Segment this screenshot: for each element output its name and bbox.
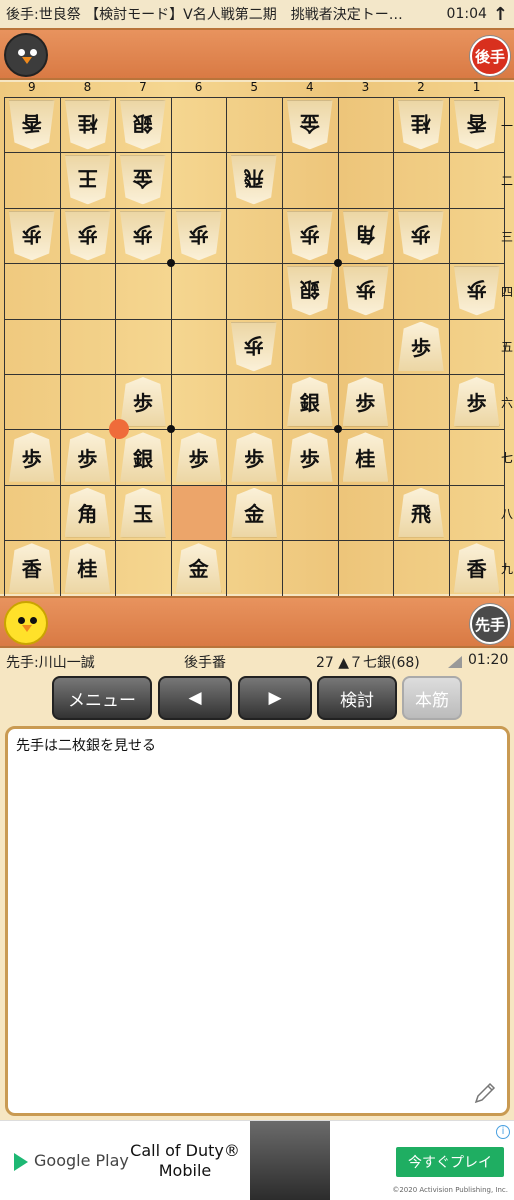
shogi-piece[interactable]: 歩: [287, 432, 333, 482]
shogi-piece[interactable]: 金: [231, 487, 277, 538]
gote-badge: 後手: [470, 36, 510, 76]
rank-label: 八: [500, 506, 513, 521]
shogi-piece[interactable]: 香: [9, 543, 55, 593]
shogi-piece[interactable]: 桂: [398, 100, 444, 149]
shogi-piece[interactable]: 歩: [453, 377, 500, 427]
rank-label: 二: [500, 174, 513, 189]
shogi-piece[interactable]: 金: [175, 543, 222, 593]
ad-info-icon[interactable]: i: [496, 1125, 510, 1139]
file-label: 1: [472, 80, 481, 94]
shogi-piece[interactable]: 歩: [120, 211, 166, 260]
file-label: 7: [139, 80, 147, 94]
shogi-piece[interactable]: 桂: [64, 543, 111, 593]
menu-button[interactable]: メニュー: [52, 676, 152, 720]
rank-label: 七: [500, 451, 513, 466]
shogi-piece[interactable]: 王: [65, 155, 111, 204]
shogi-piece[interactable]: 歩: [120, 377, 166, 427]
ad-character-image: [250, 1121, 330, 1200]
shogi-piece[interactable]: 歩: [398, 321, 444, 371]
file-label: 3: [361, 80, 370, 94]
status-bar: 後手:世良祭 【検討モード】V名人戦第二期 挑戦者決定トー… 01:04 ↑: [0, 0, 514, 28]
google-play-logo: Google Play: [14, 1151, 129, 1171]
shogi-piece[interactable]: 角: [343, 211, 389, 260]
highlight-square: [170, 484, 227, 541]
shogi-piece[interactable]: 玉: [120, 487, 166, 538]
shogi-piece[interactable]: 歩: [398, 211, 444, 260]
next-move-button[interactable]: ▶: [238, 676, 312, 720]
rank-label: 三: [500, 229, 513, 244]
mainline-button[interactable]: 本筋: [402, 676, 462, 720]
file-label: 5: [250, 80, 258, 94]
shogi-piece[interactable]: 香: [454, 100, 500, 149]
shogi-piece[interactable]: 歩: [176, 211, 222, 260]
shogi-piece[interactable]: 香: [453, 543, 500, 593]
shogi-piece[interactable]: 歩: [64, 432, 111, 482]
shogi-piece[interactable]: 銀: [120, 100, 166, 149]
shogi-piece[interactable]: 歩: [175, 432, 222, 482]
shogi-piece[interactable]: 歩: [65, 211, 111, 260]
rank-label: 九: [500, 561, 513, 576]
sente-badge: 先手: [470, 604, 510, 644]
shogi-piece[interactable]: 歩: [342, 377, 389, 427]
shogi-piece[interactable]: 飛: [231, 155, 277, 204]
expand-arrow-icon[interactable]: ↑: [493, 4, 508, 25]
turn-indicator: 後手番: [184, 655, 226, 671]
comment-text: 先手は二枚銀を見せる: [16, 738, 156, 754]
file-label: 8: [83, 80, 92, 94]
shogi-piece[interactable]: 金: [120, 155, 166, 204]
sente-clock: 01:20: [468, 652, 509, 668]
shogi-piece[interactable]: 歩: [9, 432, 55, 482]
sente-hand-area: 先手: [0, 596, 514, 648]
ad-game-title: Call of Duty® Mobile: [130, 1141, 240, 1180]
file-label: 2: [417, 80, 425, 94]
file-label: 9: [27, 80, 36, 94]
last-move-text: 27 ▲７七銀(68): [316, 655, 420, 671]
shogi-piece[interactable]: 銀: [287, 377, 333, 427]
shogi-piece[interactable]: 桂: [65, 100, 111, 149]
play-now-button[interactable]: 今すぐプレイ: [396, 1147, 504, 1177]
status-time: 01:04: [446, 6, 487, 22]
sente-player-name: 先手:川山一誠: [6, 655, 95, 671]
rank-label: 四: [500, 284, 513, 299]
sente-avatar[interactable]: [4, 601, 48, 645]
shogi-piece[interactable]: 歩: [9, 211, 55, 260]
shogi-piece[interactable]: 歩: [343, 266, 389, 315]
prev-move-button[interactable]: ◀: [158, 676, 232, 720]
ad-copyright: ©2020 Activision Publishing, Inc.: [392, 1186, 508, 1194]
shogi-piece[interactable]: 銀: [120, 432, 166, 482]
shogi-piece[interactable]: 角: [64, 487, 111, 538]
review-button[interactable]: 検討: [317, 676, 397, 720]
file-label: 4: [305, 80, 314, 94]
signal-icon: [448, 656, 462, 668]
shogi-piece[interactable]: 香: [9, 100, 55, 149]
shogi-piece[interactable]: 金: [287, 100, 333, 149]
shogi-piece[interactable]: 飛: [398, 487, 444, 538]
shogi-piece[interactable]: 銀: [287, 266, 333, 315]
rank-label: 五: [500, 340, 513, 355]
game-title: 後手:世良祭 【検討モード】V名人戦第二期 挑戦者決定トー…: [6, 7, 403, 23]
gote-hand-area: 後手: [0, 28, 514, 80]
shogi-board[interactable]: 987654321一二三四五六七八九香桂銀金桂香王金飛歩歩歩歩歩角歩銀歩歩歩歩歩…: [2, 80, 513, 597]
rank-label: 六: [500, 395, 513, 410]
gote-avatar[interactable]: [4, 33, 48, 77]
pencil-icon[interactable]: [473, 1081, 497, 1105]
control-bar: メニュー ◀ ▶ 検討 本筋: [0, 676, 514, 722]
rank-label: 一: [500, 118, 513, 133]
shogi-board-area: 987654321一二三四五六七八九香桂銀金桂香王金飛歩歩歩歩歩角歩銀歩歩歩歩歩…: [0, 80, 514, 597]
shogi-piece[interactable]: 歩: [454, 266, 500, 315]
ad-banner[interactable]: Google Play Call of Duty® Mobile 今すぐプレイ …: [0, 1120, 514, 1200]
shogi-piece[interactable]: 桂: [342, 432, 389, 482]
game-info-line: 先手:川山一誠 後手番 27 ▲７七銀(68) 01:20: [0, 650, 514, 672]
comment-box[interactable]: 先手は二枚銀を見せる: [5, 726, 510, 1116]
shogi-piece[interactable]: 歩: [231, 432, 277, 482]
shogi-piece[interactable]: 歩: [231, 322, 277, 371]
file-label: 6: [194, 80, 203, 94]
shogi-piece[interactable]: 歩: [287, 211, 333, 260]
